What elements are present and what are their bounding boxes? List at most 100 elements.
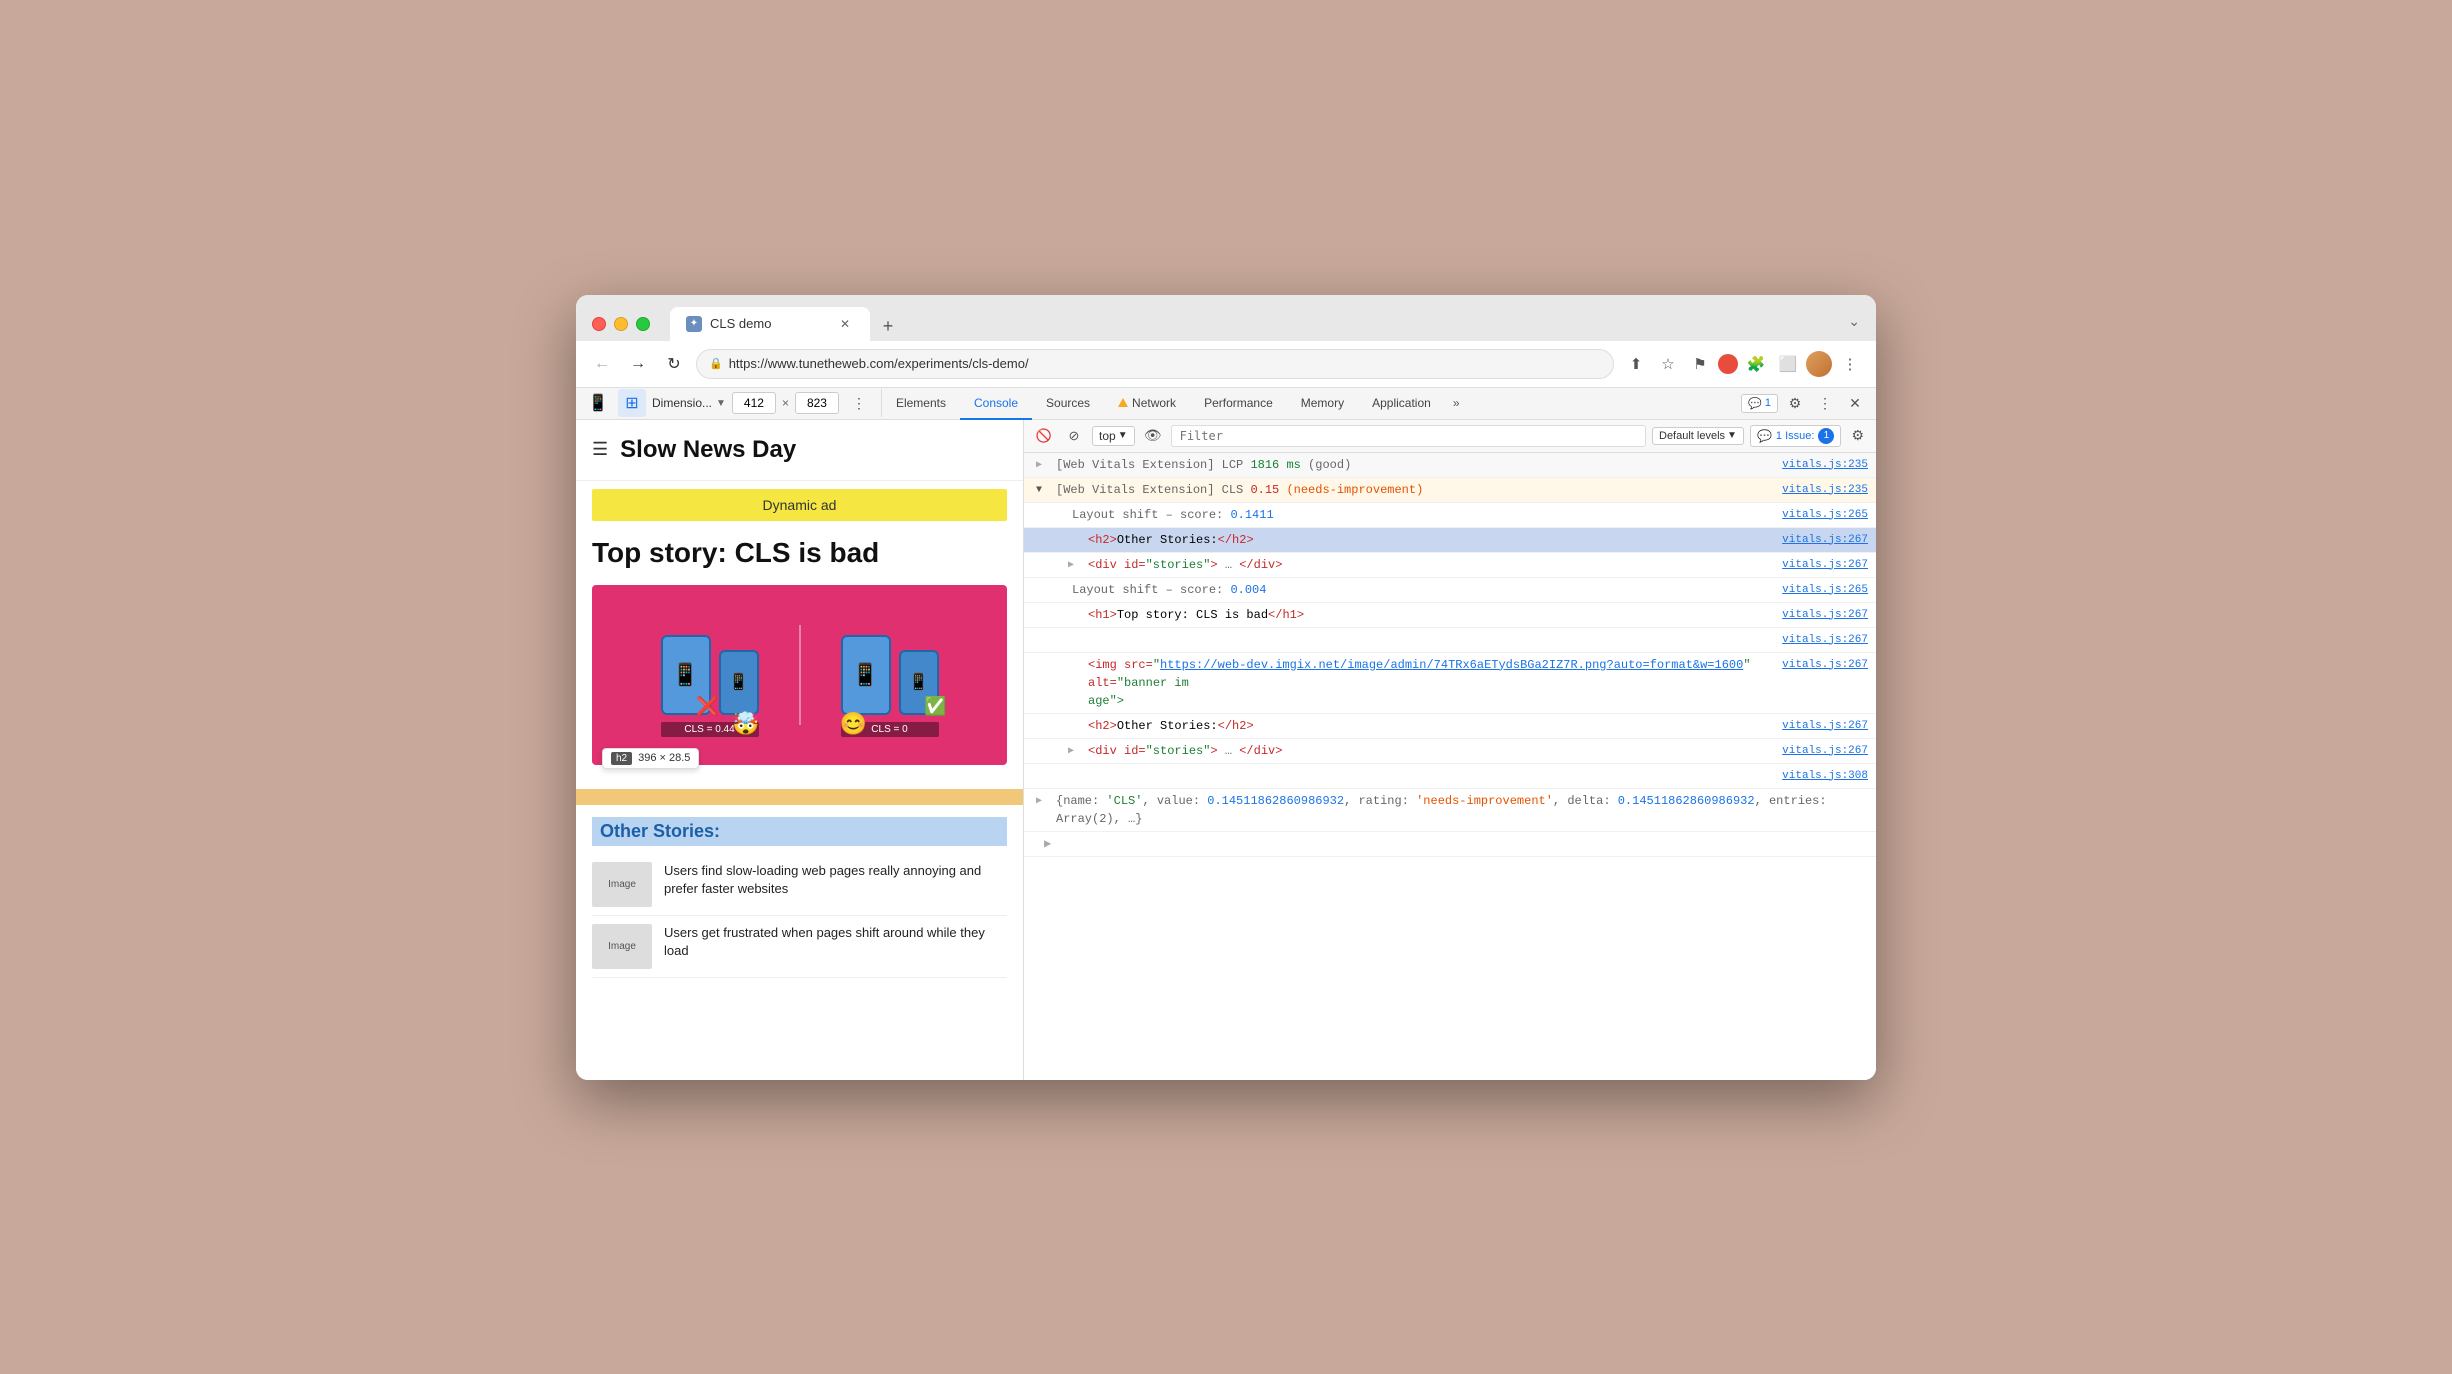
lcp-suffix: (good) [1301,458,1351,472]
console-output[interactable]: [Web Vitals Extension] LCP 1816 ms (good… [1024,453,1876,1080]
share-button[interactable]: ⬆ [1622,350,1650,378]
new-tab-button[interactable]: + [874,313,902,341]
extensions-button[interactable]: 🧩 [1742,350,1770,378]
lcp-log-line: [Web Vitals Extension] LCP 1816 ms (good… [1024,453,1876,478]
h2-element-tooltip: h2 396 × 28.5 [602,748,699,769]
layout-shift-1-source[interactable]: vitals.js:265 [1782,506,1868,524]
lcp-source[interactable]: vitals.js:235 [1782,456,1868,474]
bookmark-button[interactable]: ☆ [1654,350,1682,378]
browser-window: ✦ CLS demo ✕ + ⌄ ← → ↻ 🔒 https://www.tun… [576,295,1876,1080]
device-label: Dimensio... [652,396,712,410]
h2-other-stories-source[interactable]: vitals.js:267 [1782,531,1868,549]
devtools-close-button[interactable]: ✕ [1842,390,1868,416]
issues-count-button[interactable]: 💬 1 Issue: 1 [1750,425,1841,447]
div-stories-2-expand[interactable] [1068,743,1074,761]
cls-expand-arrow[interactable] [1036,482,1042,500]
refresh-button[interactable]: ↻ [660,350,688,378]
div-id-val: "stories" [1146,558,1211,572]
h2-tag-close: </h2> [1218,533,1254,547]
layout-shift-2-source[interactable]: vitals.js:265 [1782,581,1868,599]
img-url[interactable]: https://web-dev.imgix.net/image/admin/74… [1160,658,1743,672]
h1-tag-close: </h1> [1268,608,1304,622]
obj-expand-arrow[interactable] [1036,793,1042,811]
bottom-expand-arrow[interactable] [1044,835,1051,853]
chevron-down-icon[interactable]: ⌄ [1848,313,1860,329]
maximize-button[interactable] [636,317,650,331]
story-item-1: Image Users find slow-loading web pages … [592,854,1007,916]
layout-shift-2-content: Layout shift – score: 0.004 [1072,581,1774,599]
height-input[interactable] [795,392,839,414]
img-src-quote-open: " [1153,658,1160,672]
story-thumb-2: Image [592,924,652,969]
responsive-mode-button[interactable]: ⊞ [618,389,646,417]
divider [799,625,801,725]
record-button[interactable] [1718,354,1738,374]
img-open: <img src= [1088,658,1153,672]
tab-application[interactable]: Application [1358,388,1445,420]
issues-button[interactable]: 💬 1 [1741,394,1778,413]
h2-2-line: <h2>Other Stories:</h2> vitals.js:267 [1024,714,1876,739]
minimize-button[interactable] [614,317,628,331]
close-button[interactable] [592,317,606,331]
h2-tag-open: <h2> [1088,533,1117,547]
device-options-button[interactable]: ⋮ [845,389,873,417]
div2-mid: > [1210,744,1217,758]
active-tab[interactable]: ✦ CLS demo ✕ [670,307,870,341]
device-toggle-button[interactable]: 📱 [584,389,612,417]
tab-console[interactable]: Console [960,388,1032,420]
lcp-expand-arrow[interactable] [1036,457,1042,475]
issues-count: 1 [1765,397,1771,409]
layout-shift-2-line: Layout shift – score: 0.004 vitals.js:26… [1024,578,1876,603]
div-stories-2-source[interactable]: vitals.js:267 [1782,742,1868,760]
more-tabs-button[interactable]: » [1445,392,1468,414]
forward-button[interactable]: → [624,350,652,378]
title-bar-right: ⌄ [1848,313,1860,335]
div-stories-2-line: <div id="stories"> … </div> vitals.js:26… [1024,739,1876,764]
filter-input[interactable] [1171,425,1646,447]
tab-sources[interactable]: Sources [1032,388,1104,420]
layout-button[interactable]: ⬜ [1774,350,1802,378]
context-selector[interactable]: top ▼ [1092,426,1135,446]
div-stories-1-expand[interactable] [1068,557,1074,575]
page-preview: ☰ Slow News Day Dynamic ad Top story: CL… [576,420,1024,1080]
empty-source[interactable]: vitals.js:267 [1782,631,1868,649]
obj-rating-val: 'needs-improvement' [1416,794,1553,808]
vitals-308-source[interactable]: vitals.js:308 [1782,767,1868,785]
nav-actions: ⬆ ☆ ⚑ 🧩 ⬜ ⋮ [1622,350,1864,378]
div-stories-1-line: <div id="stories"> … </div> vitals.js:26… [1024,553,1876,578]
default-levels-button[interactable]: Default levels ▼ [1652,427,1744,445]
h2-badge: h2 [611,752,632,765]
div-stories-1-source[interactable]: vitals.js:267 [1782,556,1868,574]
tab-close-button[interactable]: ✕ [836,315,854,333]
obj-content: {name: 'CLS', value: 0.14511862860986932… [1056,792,1868,828]
address-bar[interactable]: 🔒 https://www.tunetheweb.com/experiments… [696,349,1614,379]
tab-elements[interactable]: Elements [882,388,960,420]
eye-button[interactable]: 👁 [1141,424,1165,448]
img-source[interactable]: vitals.js:267 [1782,656,1868,674]
warning-icon [1118,398,1128,407]
stop-errors-button[interactable]: ⊘ [1062,424,1086,448]
avatar[interactable] [1806,351,1832,377]
back-button[interactable]: ← [588,350,616,378]
tab-memory[interactable]: Memory [1287,388,1358,420]
hamburger-icon[interactable]: ☰ [592,439,608,460]
story-item-2: Image Users get frustrated when pages sh… [592,916,1007,978]
bad-emoji: 🤯 [732,711,759,737]
more-button[interactable]: ⋮ [1836,350,1864,378]
device-selector[interactable]: Dimensio... ▼ [652,396,726,410]
layout-shift-1-value: 0.1411 [1230,508,1273,522]
h1-source[interactable]: vitals.js:267 [1782,606,1868,624]
clear-console-button[interactable]: 🚫 [1032,424,1056,448]
lcp-content: [Web Vitals Extension] LCP 1816 ms (good… [1056,456,1774,474]
tab-performance[interactable]: Performance [1190,388,1287,420]
h2-other-stories-line: <h2>Other Stories:</h2> vitals.js:267 [1024,528,1876,553]
cls-source[interactable]: vitals.js:235 [1782,481,1868,499]
width-input[interactable] [732,392,776,414]
flag-button[interactable]: ⚑ [1686,350,1714,378]
devtools-more-button[interactable]: ⋮ [1812,390,1838,416]
title-bar: ✦ CLS demo ✕ + ⌄ [576,295,1876,341]
console-settings-button[interactable]: ⚙ [1847,427,1868,444]
tab-network[interactable]: Network [1104,388,1190,420]
h2-2-source[interactable]: vitals.js:267 [1782,717,1868,735]
devtools-settings-button[interactable]: ⚙ [1782,390,1808,416]
